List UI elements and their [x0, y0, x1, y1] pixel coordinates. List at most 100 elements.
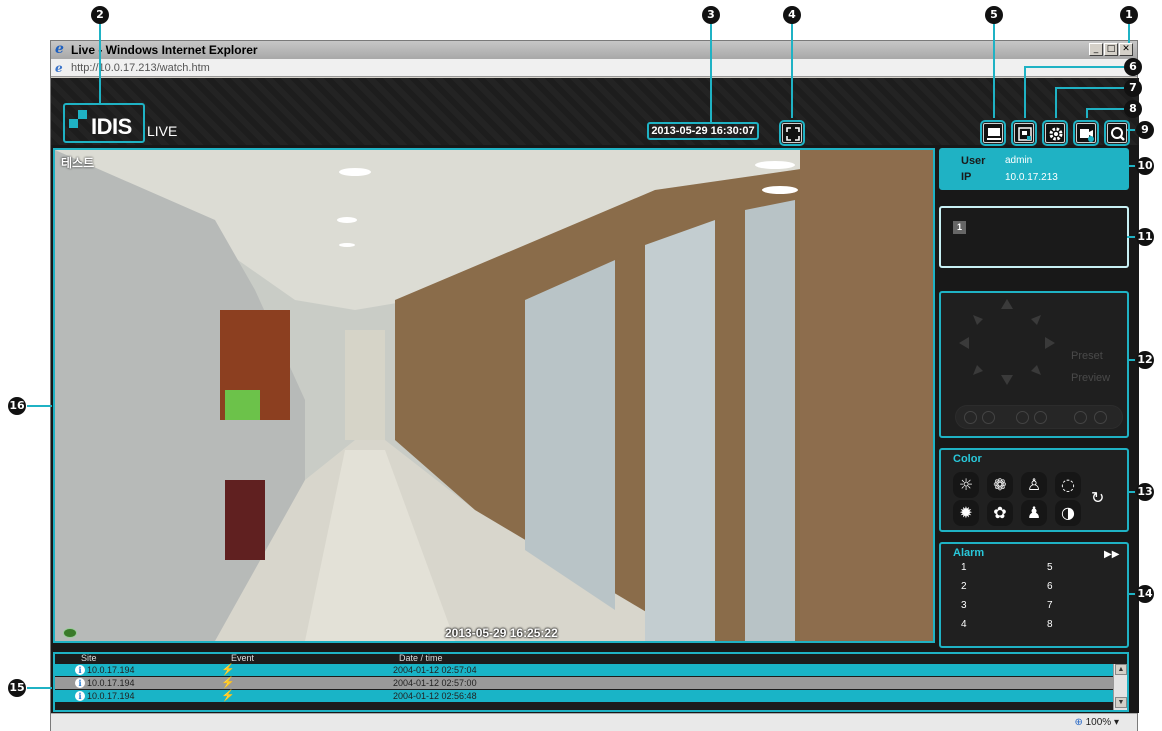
ptz-preset-button[interactable]: Preset	[1071, 350, 1103, 362]
hue-down-icon[interactable]: ♙	[1021, 472, 1047, 498]
callout-3: 3	[702, 6, 720, 24]
alarm-8[interactable]: 8	[1047, 619, 1053, 630]
column-site[interactable]: Site	[81, 653, 97, 663]
top-toolbar: IDIS LIVE 2013-05-29 16:30:07	[51, 78, 1139, 146]
alarm-next-icon[interactable]: ▶▶	[1104, 549, 1119, 560]
page-icon: e	[55, 61, 63, 75]
callout-5: 5	[985, 6, 1003, 24]
channel-button[interactable]: 1	[953, 221, 966, 234]
address-url[interactable]: http://10.0.17.213/watch.htm	[71, 62, 210, 74]
callout-15: 15	[8, 679, 26, 697]
info-icon: i	[75, 678, 85, 688]
capture-icon[interactable]	[1011, 120, 1037, 146]
callout-leader	[1127, 236, 1135, 238]
callout-8: 8	[1124, 100, 1142, 118]
saturation-down-icon[interactable]: ❁	[987, 472, 1013, 498]
saturation-up-icon[interactable]: ✿	[987, 500, 1013, 526]
alarm-panel: Alarm ▶▶ 1 2 3 4 5 6 7 8	[939, 542, 1129, 648]
alarm-5[interactable]: 5	[1047, 562, 1053, 573]
hue-up-icon[interactable]: ♟	[1021, 500, 1047, 526]
color-adjust-panel: Color ☼ ✹ ❁ ✿ ♙ ♟ ◌ ◑ ↻	[939, 448, 1129, 532]
alarm-4[interactable]: 4	[961, 619, 967, 630]
info-icon: i	[75, 665, 85, 675]
logo-text: IDIS	[91, 114, 132, 139]
alarm-1[interactable]: 1	[961, 562, 967, 573]
column-event[interactable]: Event	[231, 653, 254, 663]
ptz-preview-button[interactable]: Preview	[1071, 372, 1110, 384]
callout-1: 1	[1120, 6, 1138, 24]
event-log-scrollbar[interactable]: ▲ ▼	[1113, 664, 1127, 710]
callout-14: 14	[1136, 585, 1154, 603]
camera-status-icon	[63, 628, 77, 638]
callout-leader	[791, 20, 793, 118]
event-log-row[interactable]: i 10.0.17.194 ⚡ 2004-01-12 02:57:04	[55, 664, 1113, 676]
fullscreen-icon[interactable]	[779, 120, 805, 146]
zoom-icon: ⊕	[1074, 717, 1083, 728]
focus-near-icon[interactable]	[1016, 411, 1029, 424]
callout-9: 9	[1136, 121, 1154, 139]
brightness-up-icon[interactable]: ✹	[953, 500, 979, 526]
column-datetime[interactable]: Date / time	[399, 653, 443, 663]
callout-leader	[1055, 87, 1057, 118]
zoom-level[interactable]: ⊕ 100% ▾	[1074, 717, 1119, 728]
ptz-zoom-focus-bar	[955, 405, 1123, 429]
screenshot-stage: e Live - Windows Internet Explorer _ □ ✕…	[0, 0, 1162, 731]
iris-open-icon[interactable]	[1074, 411, 1087, 424]
maximize-button[interactable]: □	[1104, 43, 1118, 56]
callout-13: 13	[1136, 483, 1154, 501]
event-log: Site Event Date / time i 10.0.17.194 ⚡ 2…	[53, 652, 1129, 712]
brightness-down-icon[interactable]: ☼	[953, 472, 979, 498]
callout-leader	[993, 20, 995, 118]
minimize-button[interactable]: _	[1089, 43, 1103, 56]
window-controls: _ □ ✕	[1089, 43, 1133, 56]
callout-7: 7	[1124, 79, 1142, 97]
iris-close-icon[interactable]	[1094, 411, 1107, 424]
callout-leader	[710, 20, 712, 122]
zoom-value: 100%	[1085, 717, 1112, 728]
callout-2: 2	[91, 6, 109, 24]
event-log-row[interactable]: i 10.0.17.194 ⚡ 2004-01-12 02:57:00	[55, 677, 1113, 689]
alarm-7[interactable]: 7	[1047, 600, 1053, 611]
ie-window: e Live - Windows Internet Explorer _ □ ✕…	[50, 40, 1139, 731]
zoom-out-icon[interactable]	[982, 411, 995, 424]
screen-layout-icon[interactable]	[980, 120, 1006, 146]
settings-gear-icon[interactable]	[1042, 120, 1068, 146]
camera-title: 테스트	[61, 156, 95, 170]
callout-leader	[1024, 66, 1026, 118]
contrast-down-icon[interactable]: ◌	[1055, 472, 1081, 498]
row-site: 10.0.17.194	[87, 691, 135, 701]
browser-statusbar: ⊕ 100% ▾	[51, 713, 1137, 731]
callout-leader	[1055, 87, 1124, 89]
zoom-in-icon[interactable]	[964, 411, 977, 424]
callout-leader	[27, 687, 52, 689]
ip-label: IP	[961, 171, 972, 183]
motion-event-icon: ⚡	[221, 664, 235, 676]
close-button[interactable]: ✕	[1119, 43, 1133, 56]
address-bar[interactable]: e http://10.0.17.213/watch.htm	[51, 59, 1137, 77]
live-video-view[interactable]: 테스트 2013-05-29 16:25:22	[53, 148, 935, 643]
focus-far-icon[interactable]	[1034, 411, 1047, 424]
event-log-row[interactable]: i 10.0.17.194 ⚡ 2004-01-12 02:56:48	[55, 690, 1113, 702]
scroll-down-icon[interactable]: ▼	[1115, 697, 1127, 708]
corridor-image	[55, 150, 933, 641]
alarm-2[interactable]: 2	[961, 581, 967, 592]
camera-setup-icon[interactable]	[1073, 120, 1099, 146]
callout-leader	[1086, 108, 1088, 118]
alarm-3[interactable]: 3	[961, 600, 967, 611]
channel-layout-panel[interactable]: 1	[939, 206, 1129, 268]
row-site: 10.0.17.194	[87, 665, 135, 675]
motion-event-icon: ⚡	[221, 677, 235, 689]
color-reset-icon[interactable]: ↻	[1091, 488, 1104, 507]
callout-leader	[1024, 66, 1124, 68]
ip-value: 10.0.17.213	[1005, 172, 1058, 183]
idis-live-app: IDIS LIVE 2013-05-29 16:30:07 테스트 2013-0…	[51, 78, 1139, 713]
callout-leader	[27, 405, 52, 407]
event-log-header: Site Event Date / time	[55, 653, 1127, 664]
callout-4: 4	[783, 6, 801, 24]
alarm-6[interactable]: 6	[1047, 581, 1053, 592]
ptz-control-panel: Preset Preview	[939, 291, 1129, 438]
contrast-up-icon[interactable]: ◑	[1055, 500, 1081, 526]
scroll-up-icon[interactable]: ▲	[1115, 664, 1127, 675]
search-icon[interactable]	[1104, 120, 1130, 146]
callout-leader	[1127, 491, 1135, 493]
